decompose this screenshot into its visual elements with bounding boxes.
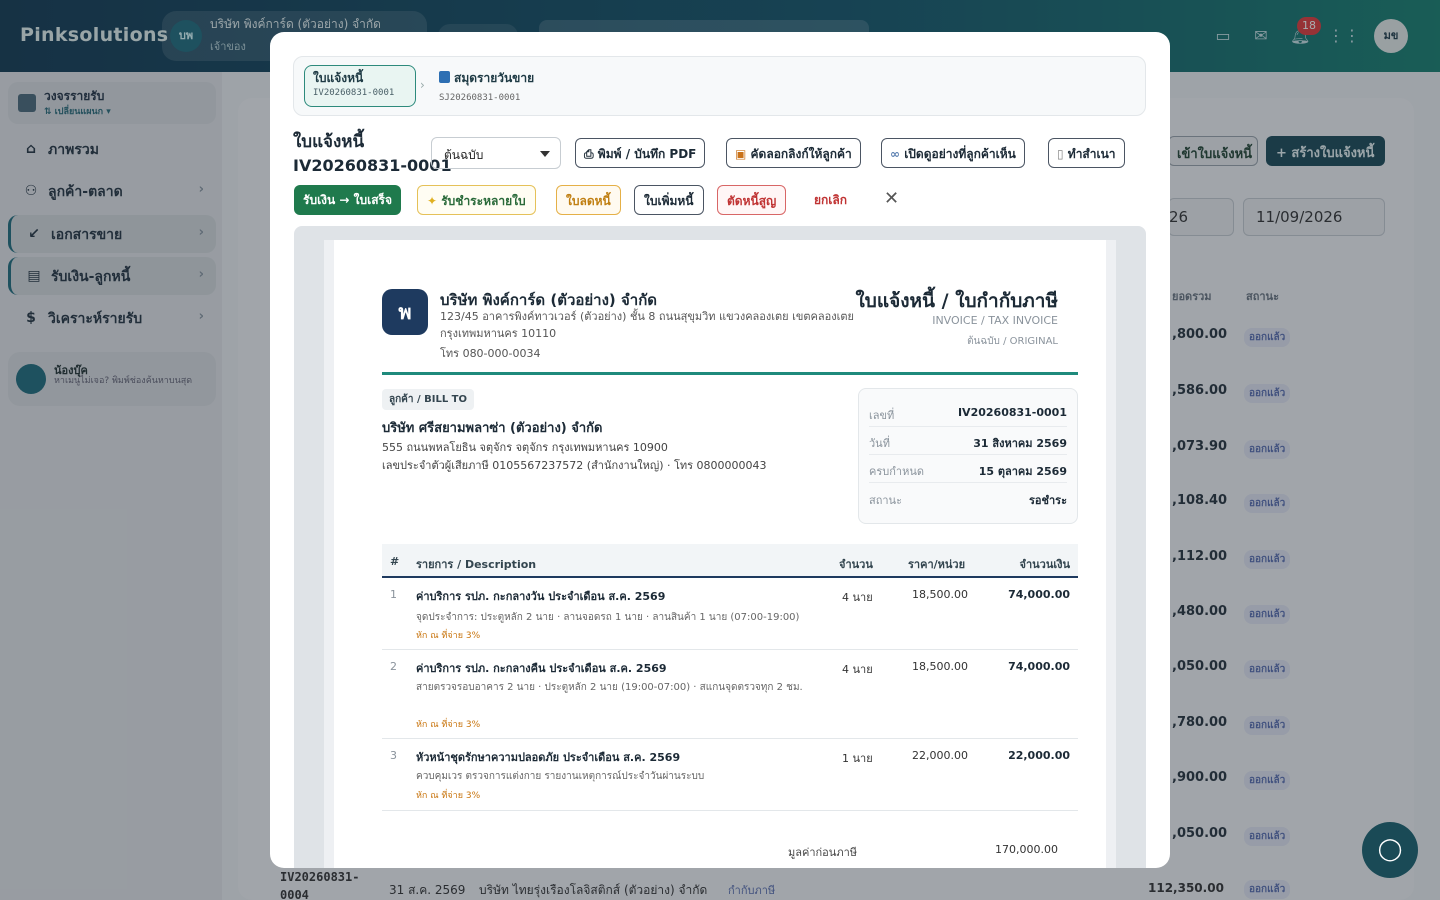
document-chain: ใบแจ้งหนี้ IV20260831-0001 › สมุดรายวันข… [293, 56, 1146, 116]
item-unit-price: 18,500.00 [912, 660, 968, 673]
item-amount: 74,000.00 [1008, 660, 1070, 673]
crumb-doc-no: SJ20260831-0001 [439, 93, 521, 103]
item-no: 3 [390, 749, 397, 762]
item-amount: 22,000.00 [1008, 749, 1070, 762]
button-label: คัดลอกลิงก์ให้ลูกค้า [750, 147, 852, 161]
item-unit-price: 22,000.00 [912, 749, 968, 762]
item-detail: ควบคุมเวร ตรวจการแต่งกาย รายงานเหตุการณ์… [416, 771, 705, 782]
lightbulb-icon: ✦ [427, 194, 442, 208]
item-detail: จุดประจำการ: ประตูหลัก 2 นาย · ลานจอดรถ … [416, 612, 800, 623]
company-logo: พ [382, 289, 428, 335]
table-row: 3 หัวหน้าชุดรักษาความปลอดภัย ประจำเดือน … [382, 739, 1078, 811]
customer-view-button[interactable]: ∞ เปิดดูอย่างที่ลูกค้าเห็น [881, 138, 1025, 168]
button-label: ทำสำเนา [1067, 147, 1116, 161]
debit-note-button[interactable]: ใบเพิ่มหนี้ [634, 185, 704, 215]
item-description: ค่าบริการ รปภ. กะกลางคืน ประจำเดือน ส.ค.… [416, 662, 667, 675]
chevron-right-icon: › [420, 78, 425, 92]
item-description: ค่าบริการ รปภ. กะกลางวัน ประจำเดือน ส.ค.… [416, 590, 666, 603]
crumb-current-invoice[interactable]: ใบแจ้งหนี้ IV20260831-0001 [304, 65, 416, 107]
credit-note-button[interactable]: ใบลดหนี้ [556, 185, 621, 215]
document-icon: ▯ [1057, 147, 1068, 161]
items-table-header: # รายการ / Description จำนวน ราคา/หน่วย … [382, 544, 1078, 578]
item-withholding: หัก ณ ที่จ่าย 3% [416, 720, 481, 730]
meta-value: รอชำระ [1029, 494, 1067, 507]
item-detail: สายตรวจรอบอาคาร 2 นาย · ประตูหลัก 2 นาย … [416, 682, 803, 693]
item-withholding: หัก ณ ที่จ่าย 3% [416, 791, 481, 801]
chat-bubble-icon[interactable]: ◯ [1362, 822, 1418, 878]
close-icon[interactable]: ✕ [884, 188, 899, 209]
invoice-preview: พ บริษัท พิงค์การ์ด (ตัวอย่าง) จำกัด 123… [294, 226, 1146, 868]
table-row: 2 ค่าบริการ รปภ. กะกลางคืน ประจำเดือน ส.… [382, 650, 1078, 739]
chevron-down-icon [540, 151, 550, 157]
col-unit-price: ราคา/หน่วย [908, 558, 966, 571]
invoice-subtitle: INVOICE / TAX INVOICE [932, 314, 1058, 327]
col-qty: จำนวน [839, 558, 873, 571]
crumb-title: ใบแจ้งหนี้ [313, 71, 364, 85]
multi-payment-button[interactable]: ✦ รับชำระหลายใบ [417, 185, 536, 215]
button-label: เปิดดูอย่างที่ลูกค้าเห็น [904, 147, 1016, 161]
subtotal-label: มูลค่าก่อนภาษี [788, 846, 857, 859]
item-qty: 1 นาย [842, 752, 873, 765]
customer-tax-id: เลขประจำตัวผู้เสียภาษี 0105567237572 (สำ… [382, 459, 767, 472]
customer-name: บริษัท ศรีสยามพลาซ่า (ตัวอย่าง) จำกัด [382, 421, 603, 436]
item-no: 2 [390, 660, 397, 673]
meta-key: วันที่ [869, 437, 890, 450]
invoice-modal: ใบแจ้งหนี้ IV20260831-0001 › สมุดรายวันข… [270, 32, 1170, 868]
col-description: รายการ / Description [416, 558, 537, 571]
meta-value: IV20260831-0001 [957, 406, 1067, 419]
item-withholding: หัก ณ ที่จ่าย 3% [416, 631, 481, 641]
book-icon [439, 71, 450, 83]
crumb-title: สมุดรายวันขาย [454, 71, 535, 85]
header-divider [382, 372, 1078, 375]
receive-payment-button[interactable]: รับเงิน → ใบเสร็จ [294, 185, 402, 215]
duplicate-button[interactable]: ▯ ทำสำเนา [1048, 138, 1125, 168]
copy-type-select[interactable]: ต้นฉบับ [431, 137, 561, 169]
crumb-doc-no: IV20260831-0001 [313, 88, 395, 98]
issuer-phone: โทร 080-000-0034 [440, 347, 541, 360]
invoice-paper: พ บริษัท พิงค์การ์ด (ตัวอย่าง) จำกัด 123… [324, 240, 1116, 868]
invoice-title: ใบแจ้งหนี้ / ใบกำกับภาษี [855, 290, 1058, 312]
issuer-address: 123/45 อาคารพิงค์ทาวเวอร์ (ตัวอย่าง) ชั้… [440, 310, 854, 340]
item-description: หัวหน้าชุดรักษาความปลอดภัย ประจำเดือน ส.… [416, 751, 681, 764]
crumb-sales-journal[interactable]: สมุดรายวันขาย SJ20260831-0001 [439, 69, 534, 103]
meta-value: 15 ตุลาคม 2569 [978, 465, 1067, 478]
item-qty: 4 นาย [842, 591, 873, 604]
meta-key: สถานะ [869, 494, 902, 507]
item-no: 1 [390, 588, 397, 601]
item-unit-price: 18,500.00 [912, 588, 968, 601]
meta-key: เลขที่ [869, 409, 895, 422]
write-off-button[interactable]: ตัดหนี้สูญ [717, 185, 787, 215]
print-pdf-button[interactable]: ⎙ พิมพ์ / บันทึก PDF [575, 138, 706, 168]
copy-link-button[interactable]: ▣ คัดลอกลิงก์ให้ลูกค้า [726, 138, 861, 168]
modal-title: ใบแจ้งหนี้ [293, 132, 365, 152]
meta-row: เลขที่ IV20260831-0001 [869, 399, 1067, 427]
button-label: รับชำระหลายใบ [441, 194, 526, 208]
invoice-meta-box: เลขที่ IV20260831-0001 วันที่ 31 สิงหาคม 2… [858, 388, 1078, 524]
meta-row: ครบกำหนด 15 ตุลาคม 2569 [869, 455, 1067, 483]
subtotal-value: 170,000.00 [995, 843, 1058, 856]
meta-row: วันที่ 31 สิงหาคม 2569 [869, 427, 1067, 455]
item-amount: 74,000.00 [1008, 588, 1070, 601]
meta-row: สถานะ รอชำระ [869, 484, 1067, 512]
table-row: 1 ค่าบริการ รปภ. กะกลางวัน ประจำเดือน ส.… [382, 578, 1078, 650]
modal-doc-no: IV20260831-0001 [293, 156, 452, 175]
clipboard-icon: ▣ [735, 147, 751, 161]
printer-icon: ⎙ [584, 147, 598, 161]
link-icon: ∞ [890, 147, 905, 161]
meta-value: 31 สิงหาคม 2569 [973, 437, 1067, 450]
button-label: พิมพ์ / บันทึก PDF [597, 147, 697, 161]
item-qty: 4 นาย [842, 663, 873, 676]
cancel-invoice-button[interactable]: ยกเลิก [805, 185, 856, 215]
customer-address: 555 ถนนพหลโยธิน จตุจักร จตุจักร กรุงเทพม… [382, 441, 668, 454]
col-no: # [390, 555, 400, 568]
col-amount: จำนวนเงิน [1019, 558, 1071, 571]
meta-key: ครบกำหนด [869, 465, 924, 478]
invoice-copy-label: ต้นฉบับ / ORIGINAL [967, 336, 1058, 347]
copy-type-value: ต้นฉบับ [444, 148, 484, 162]
bill-to-tag: ลูกค้า / BILL TO [382, 389, 474, 410]
